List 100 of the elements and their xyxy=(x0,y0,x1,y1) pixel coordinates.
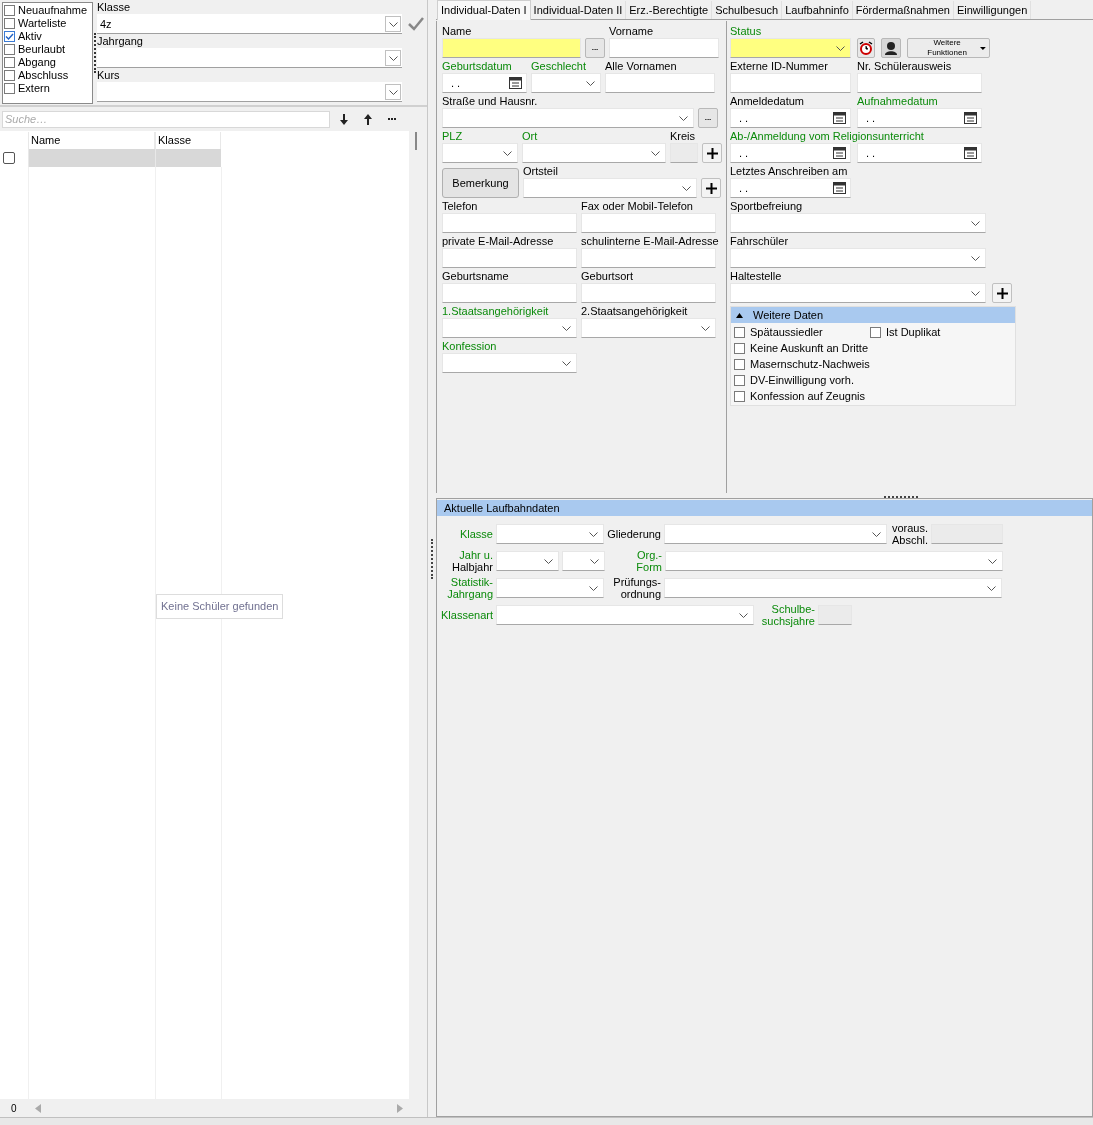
chevron-down-icon xyxy=(589,586,598,591)
text-field[interactable] xyxy=(581,213,716,233)
checkbox[interactable] xyxy=(4,70,15,81)
arrow-up-icon[interactable] xyxy=(364,113,372,125)
checkbox[interactable] xyxy=(734,390,745,402)
field-label: Jahrgang xyxy=(97,34,144,48)
tab[interactable]: Individual-Daten I xyxy=(437,0,531,20)
date-field[interactable]: . . xyxy=(857,108,982,128)
field-label: private E-Mail-Adresse xyxy=(442,234,555,248)
option-label: Konfession auf Zeugnis xyxy=(750,388,865,404)
date-field[interactable]: . . xyxy=(730,108,851,128)
panel-title: Aktuelle Laufbahndaten xyxy=(437,500,1092,516)
section-title: Weitere Daten xyxy=(753,307,824,323)
scroll-right-icon[interactable] xyxy=(396,1103,403,1113)
ellipsis-button[interactable]: ... xyxy=(698,108,718,128)
text-field[interactable] xyxy=(857,73,982,93)
date-field[interactable]: . . xyxy=(730,143,851,163)
text-field[interactable] xyxy=(581,248,716,268)
chevron-down-icon xyxy=(701,326,710,331)
field-label: Ortsteil xyxy=(523,164,559,178)
checkbox[interactable] xyxy=(4,31,15,42)
empty-message: Keine Schüler gefunden xyxy=(156,594,284,619)
field-label: Straße und Hausnr. xyxy=(442,94,539,108)
date-field[interactable]: . . xyxy=(857,143,982,163)
text-field[interactable] xyxy=(442,213,577,233)
field-label: 2.Staatsangehörigkeit xyxy=(581,304,689,318)
option-label: Spätaussiedler xyxy=(750,324,823,340)
checkbox[interactable] xyxy=(4,83,15,94)
ellipsis-button[interactable]: ... xyxy=(585,38,605,58)
calendar-icon xyxy=(833,147,846,159)
field-label: Aufnahmedatum xyxy=(857,94,939,108)
chevron-down-icon xyxy=(872,532,881,537)
caret-icon xyxy=(980,46,986,50)
checkbox[interactable] xyxy=(4,18,15,29)
field-label: Geburtsname xyxy=(442,269,510,283)
field-label: Kreis xyxy=(670,129,697,143)
tab[interactable]: Schulbesuch xyxy=(712,1,783,19)
chevron-down-icon xyxy=(562,361,571,366)
field-label: voraus. xyxy=(891,522,928,534)
scrollbar-thumb[interactable] xyxy=(415,132,417,150)
checkbox[interactable] xyxy=(734,342,745,354)
text-field[interactable] xyxy=(442,248,577,268)
scroll-left-icon[interactable] xyxy=(34,1103,41,1113)
person-button[interactable] xyxy=(881,38,901,58)
checkbox[interactable] xyxy=(4,5,15,16)
date-field[interactable]: . . xyxy=(442,73,527,93)
checkbox[interactable] xyxy=(734,374,745,386)
chevron-down-icon xyxy=(739,613,748,618)
add-button[interactable] xyxy=(992,283,1012,303)
chevron-down-icon xyxy=(586,81,595,86)
filter-label: Abgang xyxy=(18,56,56,69)
field-label: Jahrgang xyxy=(447,588,493,600)
combo-box[interactable] xyxy=(97,48,402,68)
text-field[interactable] xyxy=(581,283,716,303)
text-field[interactable] xyxy=(609,38,719,58)
option-label: Masernschutz-Nachweis xyxy=(750,356,870,372)
chevron-down-icon xyxy=(679,116,688,121)
chevron-down-icon xyxy=(971,221,980,226)
remark-button[interactable]: Bemerkung xyxy=(442,168,519,198)
combo-box[interactable]: 4z xyxy=(97,14,402,34)
chevron-down-icon xyxy=(503,151,512,156)
arrow-down-icon[interactable] xyxy=(340,113,348,125)
chevron-down-icon xyxy=(988,559,997,564)
chevron-down-icon xyxy=(562,326,571,331)
date-field[interactable]: . . xyxy=(730,178,851,198)
calendar-icon xyxy=(964,147,977,159)
field-label: schulinterne E-Mail-Adresse xyxy=(581,234,719,248)
text-field[interactable] xyxy=(442,283,577,303)
row-checkbox[interactable] xyxy=(3,152,15,164)
calendar-icon xyxy=(964,112,977,124)
calendar-icon xyxy=(509,77,522,89)
field-label: Sportbefreiung xyxy=(730,199,804,213)
search-field[interactable]: Suche… xyxy=(2,110,330,128)
add-button[interactable] xyxy=(701,178,721,198)
triangle-up-icon xyxy=(736,312,743,318)
filter-label: Aktiv xyxy=(18,30,42,43)
field-label: Name xyxy=(442,24,473,38)
person-icon xyxy=(885,41,897,55)
section-header[interactable]: Weitere Daten xyxy=(731,307,1015,323)
combo-box[interactable] xyxy=(97,82,402,102)
chevron-down-icon xyxy=(987,586,996,591)
text-field[interactable] xyxy=(442,38,581,58)
text-field[interactable] xyxy=(730,73,851,93)
alarm-button[interactable] xyxy=(857,38,875,58)
field-label: Kurs xyxy=(97,68,121,82)
alarm-clock-icon xyxy=(859,41,873,55)
functions-menu-button[interactable]: Weitere Funktionen xyxy=(907,38,990,58)
add-button[interactable] xyxy=(702,143,722,163)
check-icon xyxy=(5,33,14,40)
checkbox[interactable] xyxy=(734,326,745,338)
field-label: Fax oder Mobil-Telefon xyxy=(581,199,694,213)
more-icon[interactable] xyxy=(388,117,396,121)
checkmark-icon[interactable] xyxy=(408,17,424,31)
checkbox[interactable] xyxy=(734,358,745,370)
checkbox[interactable] xyxy=(4,44,15,55)
chevron-down-icon xyxy=(682,186,691,191)
checkbox[interactable] xyxy=(4,57,15,68)
checkbox[interactable] xyxy=(870,326,881,338)
text-field[interactable] xyxy=(605,73,715,93)
field-label: Anmeldedatum xyxy=(730,94,805,108)
